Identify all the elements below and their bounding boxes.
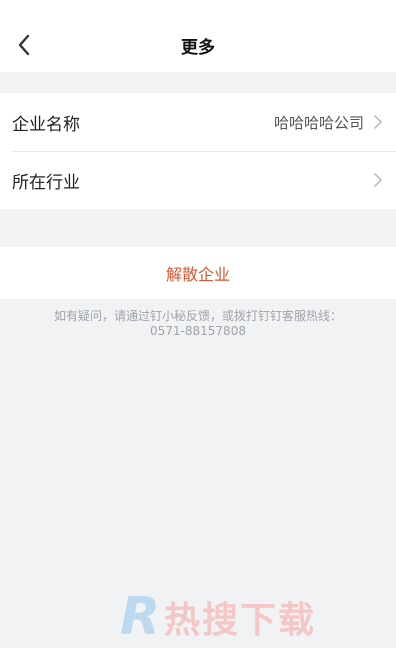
settings-group: 企业名称 哈哈哈哈公司 所在行业	[0, 93, 396, 209]
chevron-right-icon	[374, 114, 384, 130]
company-name-label: 企业名称	[12, 114, 80, 135]
page-title: 更多	[181, 38, 215, 58]
dissolve-company-label: 解散企业	[165, 265, 230, 284]
navigation-bar: 更多	[0, 0, 396, 72]
watermark-logo: R 热搜下载	[120, 586, 396, 648]
company-name-row[interactable]: 企业名称 哈哈哈哈公司	[0, 93, 396, 151]
help-note-text: 如有疑问，请通过钉小秘反馈，或拨打钉钉客服热线：	[53, 309, 342, 323]
industry-label: 所在行业	[12, 172, 80, 193]
industry-row[interactable]: 所在行业	[0, 151, 396, 209]
dissolve-company-button[interactable]: 解散企业	[0, 247, 396, 299]
help-note: 如有疑问，请通过钉小秘反馈，或拨打钉钉客服热线： 0571-88157808	[20, 309, 376, 339]
chevron-right-icon	[374, 172, 384, 188]
watermark-letter: R	[120, 587, 161, 647]
company-name-value: 哈哈哈哈公司	[273, 113, 364, 132]
watermark-text: 热搜下载	[164, 600, 317, 641]
hotline-number: 0571-88157808	[150, 324, 246, 338]
